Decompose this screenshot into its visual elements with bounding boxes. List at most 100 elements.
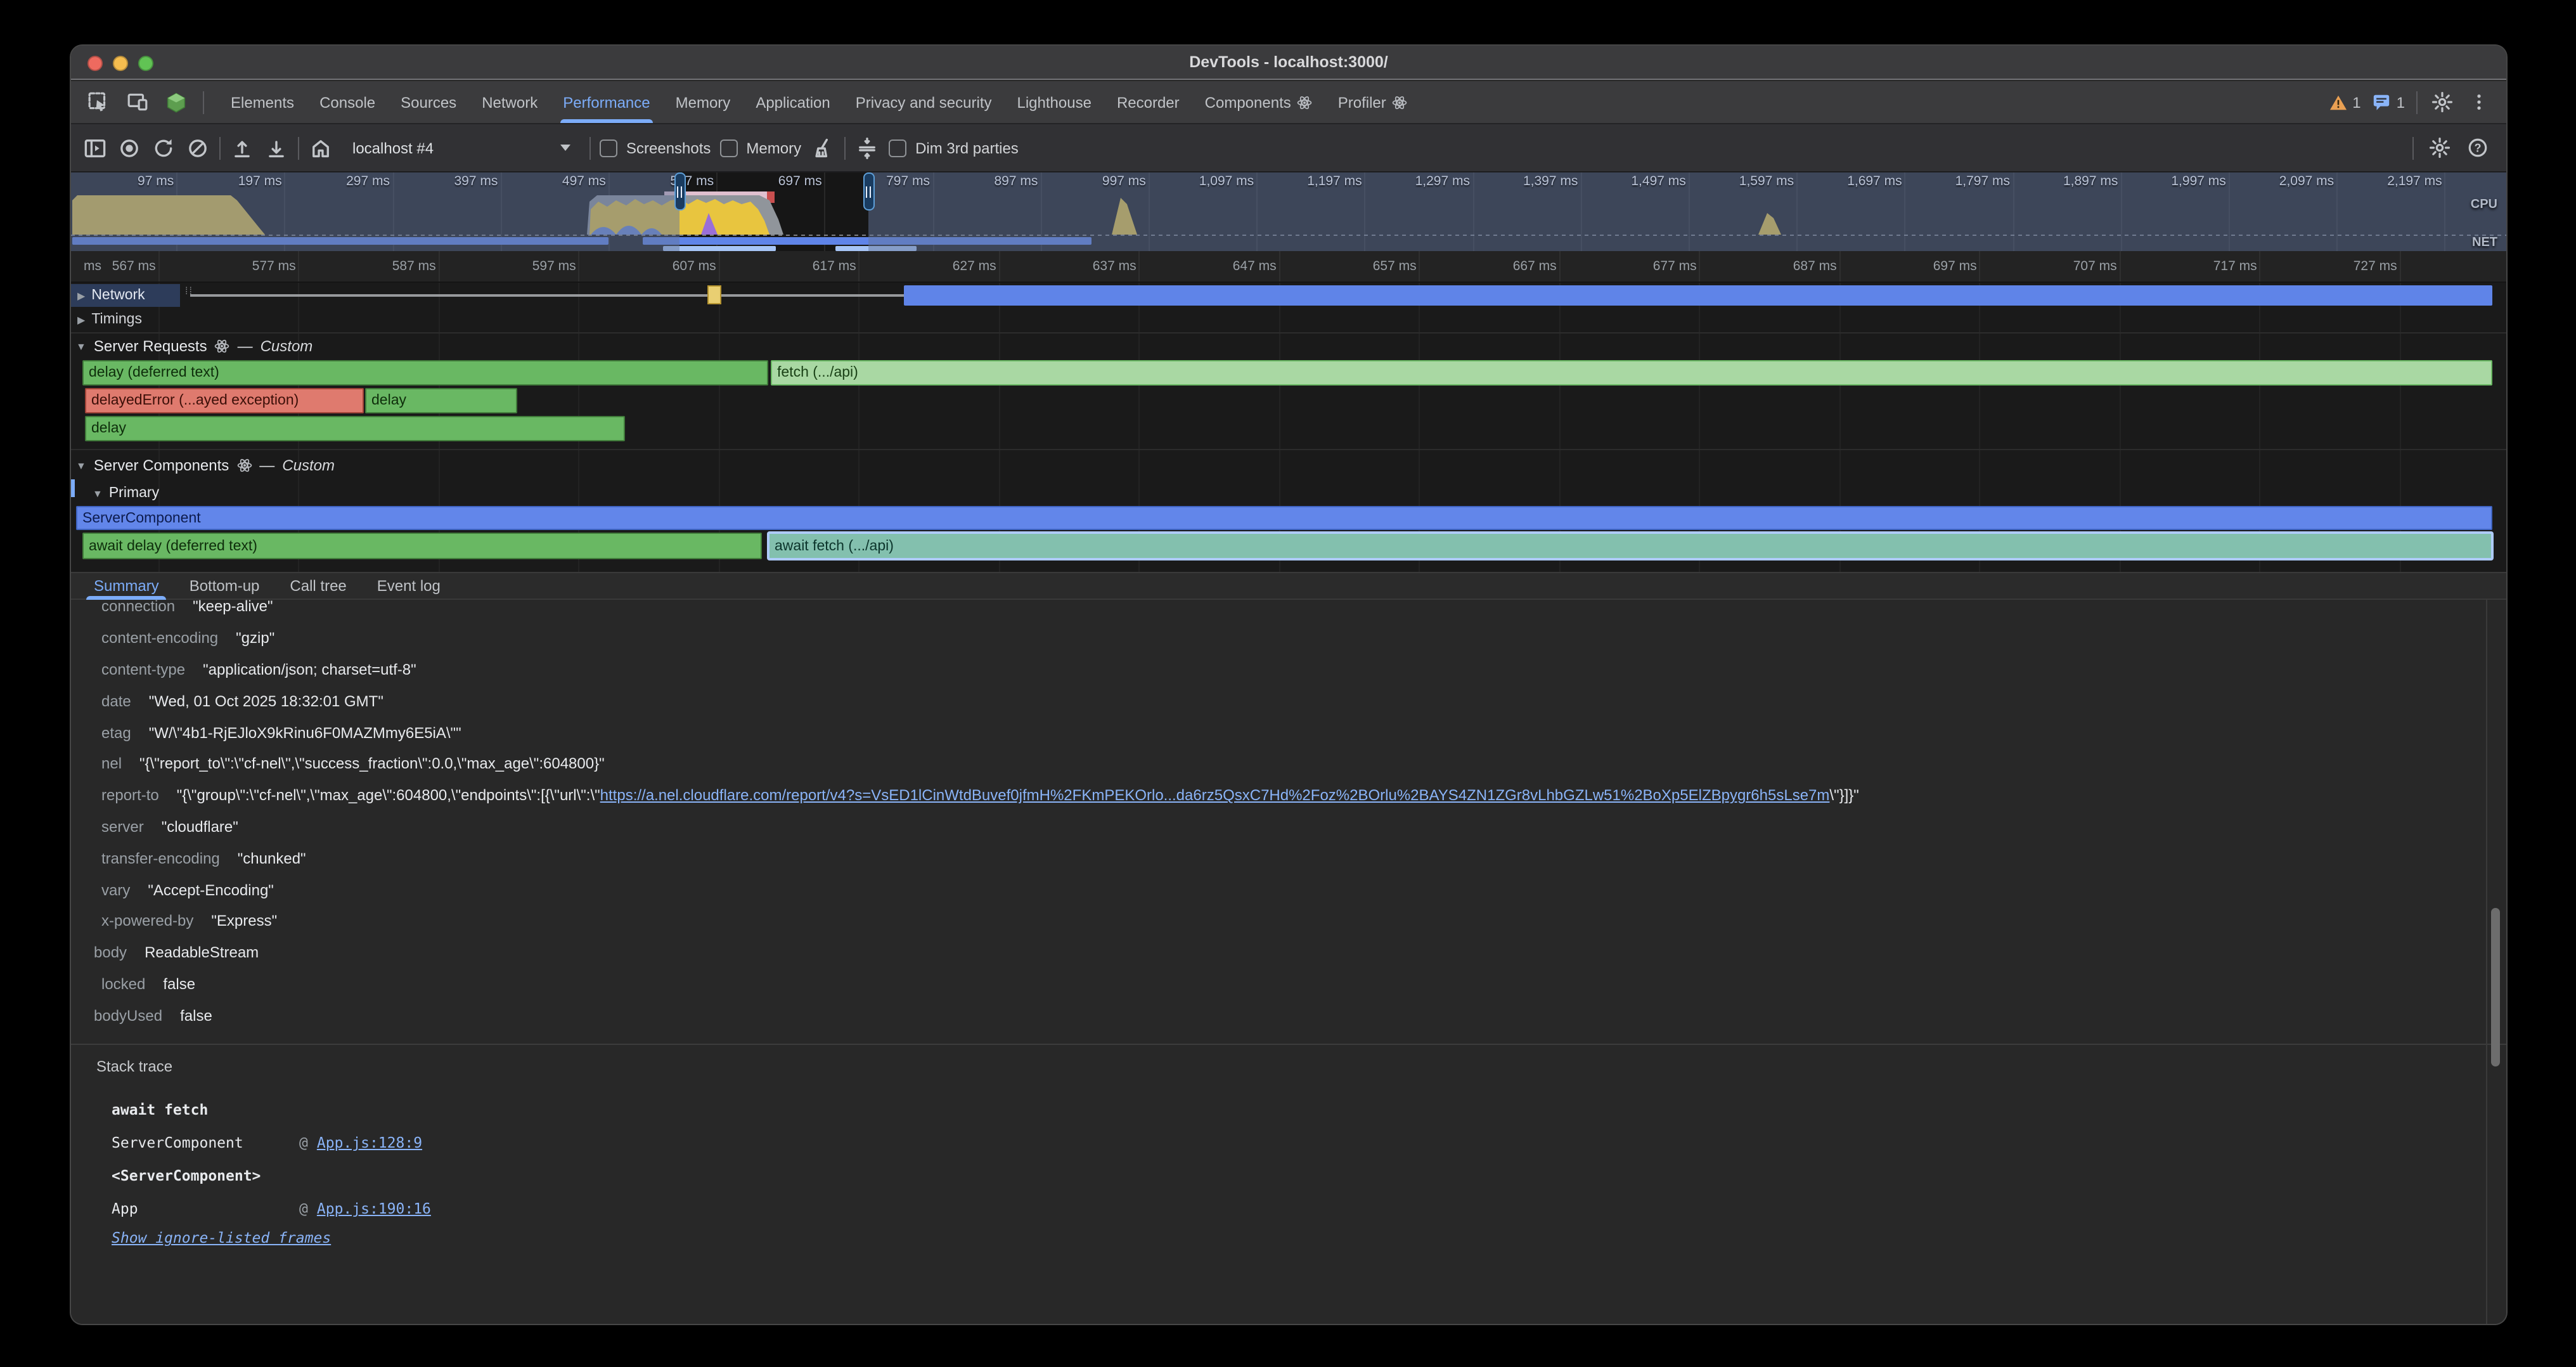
server-components-row-1: ServerComponent [71, 506, 2506, 530]
server-requests-header[interactable]: ▼ Server Requests — Custom [71, 335, 2506, 358]
record-button[interactable] [117, 135, 142, 160]
toggle-sidebar-icon[interactable] [82, 135, 108, 160]
dim-3rd-parties-checkbox[interactable]: Dim 3rd parties [889, 139, 1019, 157]
tab-call-tree[interactable]: Call tree [274, 573, 361, 599]
disclosure-triangle-icon[interactable]: ▼ [93, 488, 103, 499]
server-requests-row-3: delay [71, 416, 2506, 441]
summary-row: bodyReadableStream [71, 937, 2506, 969]
timings-track[interactable]: ▶ Timings [71, 308, 2506, 331]
settings-gear-icon[interactable] [2429, 89, 2454, 115]
ruler-tick-labels: ms567 ms577 ms587 ms597 ms607 ms617 ms62… [71, 251, 2506, 282]
primary-subtrack-header[interactable]: ▼ Primary [71, 482, 2506, 505]
extension-gem-icon[interactable] [164, 89, 189, 115]
flame-bar[interactable]: delay (deferred text) [82, 360, 768, 385]
show-ignore-listed-frames-link[interactable]: Show ignore-listed frames [112, 1229, 331, 1247]
tab-sources[interactable]: Sources [388, 81, 469, 123]
flame-bar[interactable]: ServerComponent [76, 506, 2492, 530]
tab-privacy-and-security[interactable]: Privacy and security [843, 81, 1005, 123]
disclosure-triangle-icon[interactable]: ▶ [77, 314, 85, 325]
screenshots-checkbox[interactable]: Screenshots [600, 139, 711, 157]
network-event-yellow[interactable] [707, 285, 721, 304]
summary-value: "gzip" [236, 629, 274, 647]
tab-bottom-up[interactable]: Bottom-up [174, 573, 275, 599]
disclosure-triangle-icon[interactable]: ▶ [77, 290, 85, 301]
disclosure-triangle-icon[interactable]: ▼ [76, 460, 86, 471]
tab-profiler[interactable]: Profiler [1325, 81, 1420, 123]
warnings-badge[interactable]: 1 [2328, 93, 2360, 111]
clear-button[interactable] [185, 135, 210, 160]
flame-chart-tracks[interactable]: ▶ Network ⁞⁞ ▶ Timings ▼ Server Requests… [71, 283, 2506, 572]
selection-handle-right[interactable] [863, 172, 874, 211]
tab-memory[interactable]: Memory [663, 81, 744, 123]
stage: DevTools - localhost:3000/ [0, 0, 2576, 1367]
help-icon[interactable]: ? [2464, 135, 2490, 160]
reload-and-record-button[interactable] [151, 135, 176, 160]
collapse-tracks-icon[interactable] [854, 135, 880, 160]
network-event-blue[interactable] [904, 285, 2492, 306]
tab-network[interactable]: Network [469, 81, 550, 123]
tab-label: Profiler [1338, 93, 1386, 111]
react-atom-icon [1298, 94, 1313, 110]
response-properties: connection"keep-alive"content-encoding"g… [71, 600, 2506, 1031]
timeline-overview[interactable]: 97 ms197 ms297 ms397 ms497 ms597 ms697 m… [71, 172, 2506, 251]
tab-components[interactable]: Components [1192, 81, 1325, 123]
messages-badge[interactable]: 1 [2373, 93, 2405, 112]
tab-recorder[interactable]: Recorder [1104, 81, 1192, 123]
server-components-header[interactable]: ▼ Server Components — Custom [71, 454, 2506, 477]
flame-bar[interactable]: fetch (.../api) [771, 360, 2492, 385]
capture-settings-gear-icon[interactable] [2426, 135, 2452, 160]
kebab-menu-icon[interactable] [2466, 89, 2491, 115]
summary-value: ReadableStream [145, 943, 259, 961]
tab-label: Network [482, 93, 538, 111]
tab-performance[interactable]: Performance [550, 81, 662, 123]
summary-row: content-encoding"gzip" [71, 623, 2506, 654]
flame-bar[interactable]: delayedError (...ayed exception) [85, 388, 364, 413]
tab-console[interactable]: Console [307, 81, 388, 123]
garbage-collect-icon[interactable] [810, 135, 835, 160]
stack-trace-title: Stack trace [96, 1058, 2506, 1075]
tab-lighthouse[interactable]: Lighthouse [1005, 81, 1104, 123]
history-select[interactable]: localhost #4 [342, 133, 581, 163]
tab-application[interactable]: Application [743, 81, 842, 123]
dim-overlay-right [868, 172, 2506, 251]
summary-key: transfer-encoding [101, 850, 220, 867]
selection-handle-left[interactable] [674, 172, 685, 211]
react-atom-icon [215, 339, 230, 354]
frame-source-link[interactable]: App.js:128:9 [317, 1134, 422, 1151]
summary-row: lockedfalse [71, 968, 2506, 1000]
net-track-label: NET [2472, 236, 2497, 250]
tab-summary[interactable]: Summary [79, 573, 174, 599]
network-track-header[interactable]: ▶ Network [71, 284, 180, 307]
timeline-ruler[interactable]: ms567 ms577 ms587 ms597 ms607 ms617 ms62… [71, 251, 2506, 283]
tab-elements[interactable]: Elements [218, 81, 307, 123]
inspect-element-icon[interactable] [85, 89, 110, 115]
divider [203, 91, 204, 113]
report-to-url-link[interactable]: https://a.nel.cloudflare.com/report/v4?s… [600, 786, 1830, 804]
summary-row: content-type"application/json; charset=u… [71, 654, 2506, 685]
scrollbar-thumb[interactable] [2491, 908, 2500, 1066]
tick-label: 577 ms [182, 259, 296, 274]
home-icon[interactable] [308, 135, 333, 160]
device-toolbar-icon[interactable] [124, 89, 150, 115]
summary-row: server"cloudflare" [71, 811, 2506, 843]
react-atom-icon [236, 458, 252, 473]
save-profile-icon[interactable] [264, 135, 289, 160]
flame-bar[interactable]: delay [365, 388, 517, 413]
flame-bar[interactable]: await delay (deferred text) [82, 533, 762, 559]
network-track[interactable]: ▶ Network ⁞⁞ [71, 284, 2506, 307]
frame-source-link[interactable]: App.js:190:16 [317, 1200, 431, 1217]
summary-value: "application/json; charset=utf-8" [203, 661, 416, 678]
history-select-value: localhost #4 [352, 139, 434, 157]
drag-grip-icon[interactable]: ⁞⁞ [185, 288, 193, 295]
summary-value: "Wed, 01 Oct 2025 18:32:01 GMT" [149, 692, 383, 710]
tab-label: Event log [377, 577, 441, 595]
load-profile-icon[interactable] [229, 135, 255, 160]
flame-bar[interactable]: delay [85, 416, 625, 441]
dim-overlay-left [71, 172, 679, 251]
flame-bar[interactable]: await fetch (.../api) [768, 533, 2492, 559]
cpu-track-label: CPU [2471, 198, 2497, 212]
disclosure-triangle-icon[interactable]: ▼ [76, 340, 86, 352]
tab-event-log[interactable]: Event log [362, 573, 456, 599]
memory-checkbox[interactable]: Memory [719, 139, 801, 157]
summary-value: false [163, 975, 195, 993]
